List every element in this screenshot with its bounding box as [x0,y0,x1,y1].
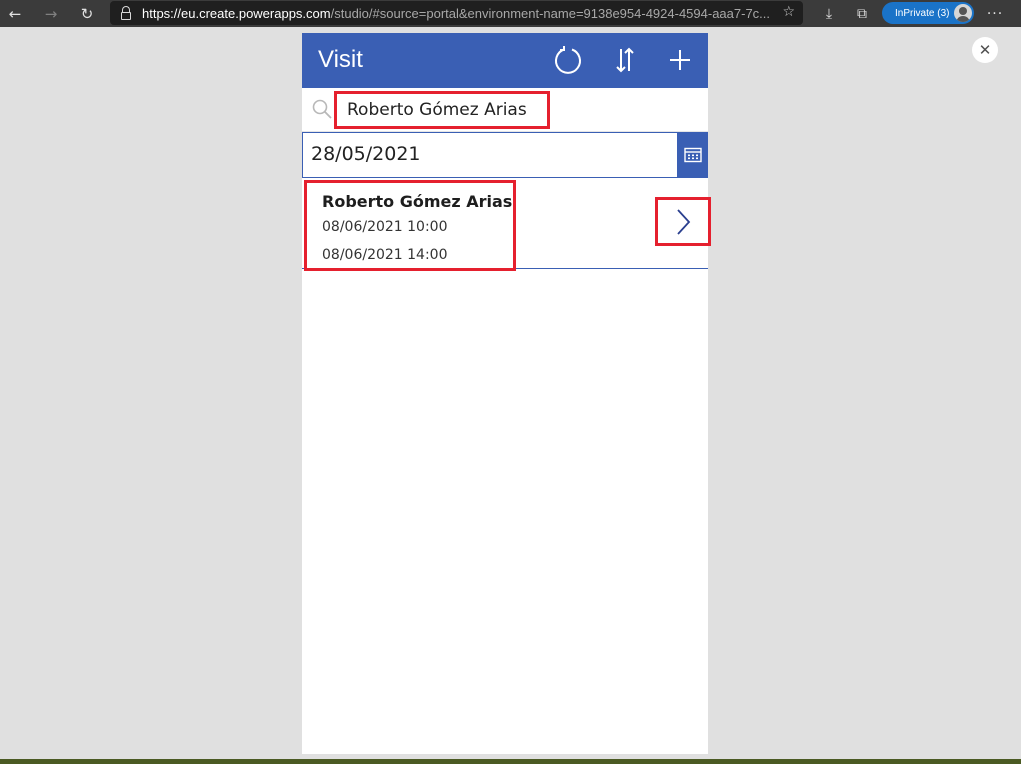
address-bar[interactable]: https://eu.create.powerapps.com/studio/#… [110,1,803,25]
calendar-button[interactable] [677,132,708,178]
reload-icon[interactable]: ↻ [72,0,102,27]
downloads-icon[interactable]: ⤓ [817,0,841,27]
refresh-button[interactable] [551,43,585,77]
collections-icon[interactable]: ⧉ [850,0,874,27]
list-item[interactable]: Roberto Gómez Arias 08/06/2021 10:00 08/… [302,178,711,271]
calendar-icon [683,147,702,163]
date-picker-input[interactable]: 28/05/2021 [302,132,677,178]
chevron-right-icon [677,208,691,235]
item-details-button[interactable] [655,197,711,246]
item-end-time: 08/06/2021 14:00 [322,247,448,263]
url-host: https://eu.create.powerapps.com [142,5,331,21]
close-button[interactable]: ✕ [972,37,998,63]
sort-button[interactable] [608,43,642,77]
search-input[interactable]: Roberto Gómez Arias [334,91,550,129]
favorites-icon[interactable]: ☆ [782,4,795,20]
browser-toolbar: ← → ↻ https://eu.create.powerapps.com/st… [0,0,1021,27]
taskbar-edge [0,759,1021,764]
item-start-time: 08/06/2021 10:00 [322,219,448,235]
close-icon: ✕ [978,41,992,59]
sort-icon [616,47,634,73]
search-row: Roberto Gómez Arias [302,88,708,132]
back-icon[interactable]: ← [0,0,30,27]
avatar [954,4,972,22]
date-filter-row: 28/05/2021 [302,132,708,178]
refresh-icon [555,46,581,74]
search-icon [312,99,332,119]
item-details: Roberto Gómez Arias 08/06/2021 10:00 08/… [304,180,516,271]
inprivate-badge[interactable]: InPrivate (3) [882,2,974,24]
forward-icon[interactable]: → [36,0,66,27]
inprivate-label: InPrivate (3) [895,7,950,19]
item-name: Roberto Gómez Arias [322,192,513,211]
lock-icon [120,6,132,20]
page-title: Visit [318,46,363,73]
plus-icon [670,50,690,70]
url-path: /studio/#source=portal&environment-name=… [330,5,771,21]
more-icon[interactable]: ··· [983,0,1007,27]
app-header: Visit [302,33,708,88]
app-screen: Visit Roberto Gómez Arias 28/05/2021 Rob… [302,33,711,754]
add-button[interactable] [663,43,697,77]
